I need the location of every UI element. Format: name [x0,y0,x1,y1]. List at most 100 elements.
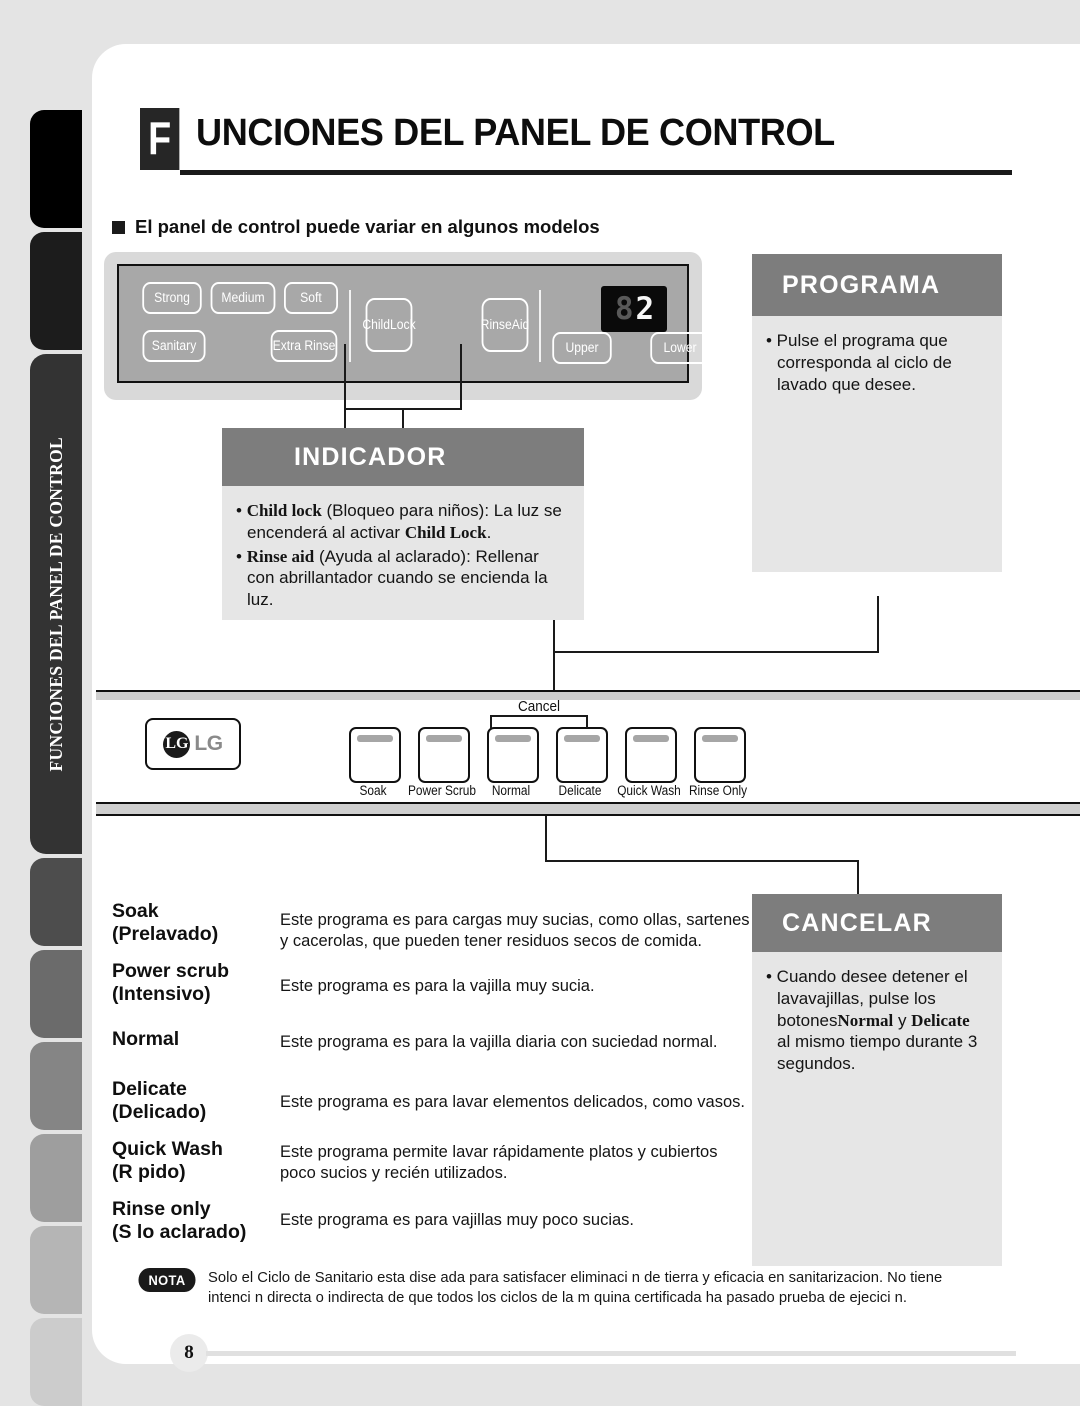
program-description: Este programa es para lavar elementos de… [280,1093,745,1111]
sidebar-tab-label: FUNCIONES DEL PANEL DE CONTROL [45,436,66,772]
pill-lower[interactable]: Lower [650,332,710,364]
nota-row: NOTA Solo el Ciclo de Sanitario esta dis… [136,1268,1016,1307]
sidebar-tab-4[interactable] [30,858,82,946]
control-panel-face: Strong Medium Soft Sanitary Extra Rinse Child… [117,264,710,383]
callout-programa-line-1: • Pulse el programa que corresponda al c… [766,331,952,394]
program-button-bar: Soak Power Scrub Normal Delicate Quick Wash R… [96,690,1080,816]
button-normal-indicator-icon [495,735,531,742]
bullet-2: • [236,546,247,566]
sidebar-tab-8[interactable] [30,1226,82,1314]
connector-programa-left [553,651,879,653]
sidebar-tab-2[interactable] [30,232,82,350]
led-digit-right: 2 [635,290,655,327]
button-rinse-only-indicator-icon [702,735,738,742]
button-quick-wash-indicator-icon [633,735,669,742]
cancel-bracket-right-tick [586,715,588,728]
button-delicate-indicator-icon [564,735,600,742]
page-number: 8 [170,1334,208,1372]
callout-indicador-line-2: • Rinse aid (Ayuda al aclarado): Rellena… [236,546,568,611]
program-name: Normal [112,1028,277,1051]
pill-extra-rinse[interactable]: Extra Rinse [270,330,338,362]
divider-right [539,290,541,362]
divider-left [349,290,351,362]
button-bar-bottom-edge [96,802,1080,816]
program-name: Soak (Prelavado) [112,900,277,946]
pill-rinse-aid[interactable]: Rinse Aid [481,298,530,352]
sidebar-tab-active-funciones[interactable]: FUNCIONES DEL PANEL DE CONTROL [30,354,82,854]
program-name-en: Rinse only [112,1198,211,1220]
callout-cancelar-title: CANCELAR [752,894,1002,952]
program-name: Quick Wash (R pido) [112,1138,277,1184]
page-title-rule [180,170,1012,175]
callout-cancelar: CANCELAR • Cuando desee detener el lavav… [752,894,1002,1266]
pill-strong[interactable]: Strong [142,282,202,314]
button-power-scrub-indicator-icon [426,735,462,742]
program-name-es: (S lo aclarado) [112,1220,247,1243]
term-child-lock-2: Child Lock [404,522,487,542]
button-rinse-only-label: Rinse Only [688,783,748,798]
callout-indicador-body: • Child lock (Bloqueo para niños): La lu… [222,486,584,620]
subtitle-text: El panel de control puede variar en algu… [135,216,600,237]
callout-indicador-title: INDICADOR [222,428,584,486]
pill-child-lock-label-1: Child [362,316,391,332]
program-name-es: (R pido) [112,1160,186,1183]
sidebar-tab-9[interactable] [30,1318,82,1406]
callout-programa-title: PROGRAMA [752,254,1002,316]
program-name-es: (Prelavado) [112,922,219,945]
program-name: Power scrub (Intensivo) [112,960,277,1006]
sidebar-tab-label-wrap: FUNCIONES DEL PANEL DE CONTROL [30,354,82,854]
button-soak[interactable] [349,727,401,783]
sidebar-tab-5[interactable] [30,950,82,1038]
cancel-bracket: Cancel [480,698,598,728]
nota-text: Solo el Ciclo de Sanitario esta dise ada… [208,1269,943,1306]
cancel-bracket-label: Cancel [517,698,561,715]
sidebar-tab-6[interactable] [30,1042,82,1130]
callout-indicador: INDICADOR • Child lock (Bloqueo para niñ… [222,428,584,620]
button-quick-wash[interactable] [625,727,677,783]
pill-sanitary[interactable]: Sanitary [142,330,206,362]
pill-child-lock[interactable]: Child Lock [362,298,416,352]
control-panel-illustration: Strong Medium Soft Sanitary Extra Rinse Child… [104,252,710,400]
indicador-period: . [486,522,492,542]
program-description: Este programa es para la vajilla muy suc… [280,977,595,995]
cancelar-text-c: y [893,1010,912,1030]
pill-rinse-aid-label-2: Aid [511,316,530,332]
lg-logo: LG LG [145,718,241,770]
button-rinse-only[interactable] [694,727,746,783]
bullet-1: • [236,501,247,520]
callout-cancelar-line: • Cuando desee detener el lavavajillas, … [766,966,986,1075]
pill-medium-label-1: Medium [221,289,265,305]
cancelar-text-e: al mismo tiempo durante 3 segundos. [777,1032,978,1073]
connector-indicador-stem [402,408,404,430]
pill-upper[interactable]: Upper [552,332,612,364]
program-name-en: Soak [112,900,159,922]
button-delicate[interactable] [556,727,608,783]
program-name-en: Power scrub [112,960,230,982]
term-delicate: Delicate [911,1010,970,1030]
pill-soft-label-1: Soft [300,289,322,305]
pill-extra-rinse-label-1: Extra Rinse [272,337,336,353]
sidebar-tab-1[interactable] [30,110,82,228]
connector-programa-down [877,596,879,652]
nota-badge: NOTA [138,1268,196,1292]
cancel-bracket-horizontal [490,715,588,717]
term-rinse-aid: Rinse aid [246,546,315,566]
program-description: Este programa es para cargas muy sucias,… [280,911,750,951]
term-child-lock: Child lock [246,501,322,520]
program-description: Este programa es para vajillas muy poco … [280,1211,634,1229]
connector-cancel-right [545,860,858,862]
cancel-bracket-left-tick [490,715,492,728]
pill-upper-label-1: Upper [565,339,599,355]
program-name: Rinse only (S lo aclarado) [112,1198,277,1244]
pill-medium[interactable]: Medium [210,282,276,314]
lg-wordmark: LG [194,732,223,755]
button-power-scrub[interactable] [418,727,470,783]
callout-cancelar-body: • Cuando desee detener el lavavajillas, … [752,952,1002,1266]
sidebar-tab-7[interactable] [30,1134,82,1222]
pill-soft[interactable]: Soft [284,282,338,314]
page-title-text: UNCIONES DEL PANEL DE CONTROL [196,112,835,154]
program-name-es: (Delicado) [112,1100,207,1123]
callout-programa-body: • Pulse el programa que corresponda al c… [752,316,1002,572]
button-normal[interactable] [487,727,539,783]
page-title-dropcap: F [140,108,180,170]
